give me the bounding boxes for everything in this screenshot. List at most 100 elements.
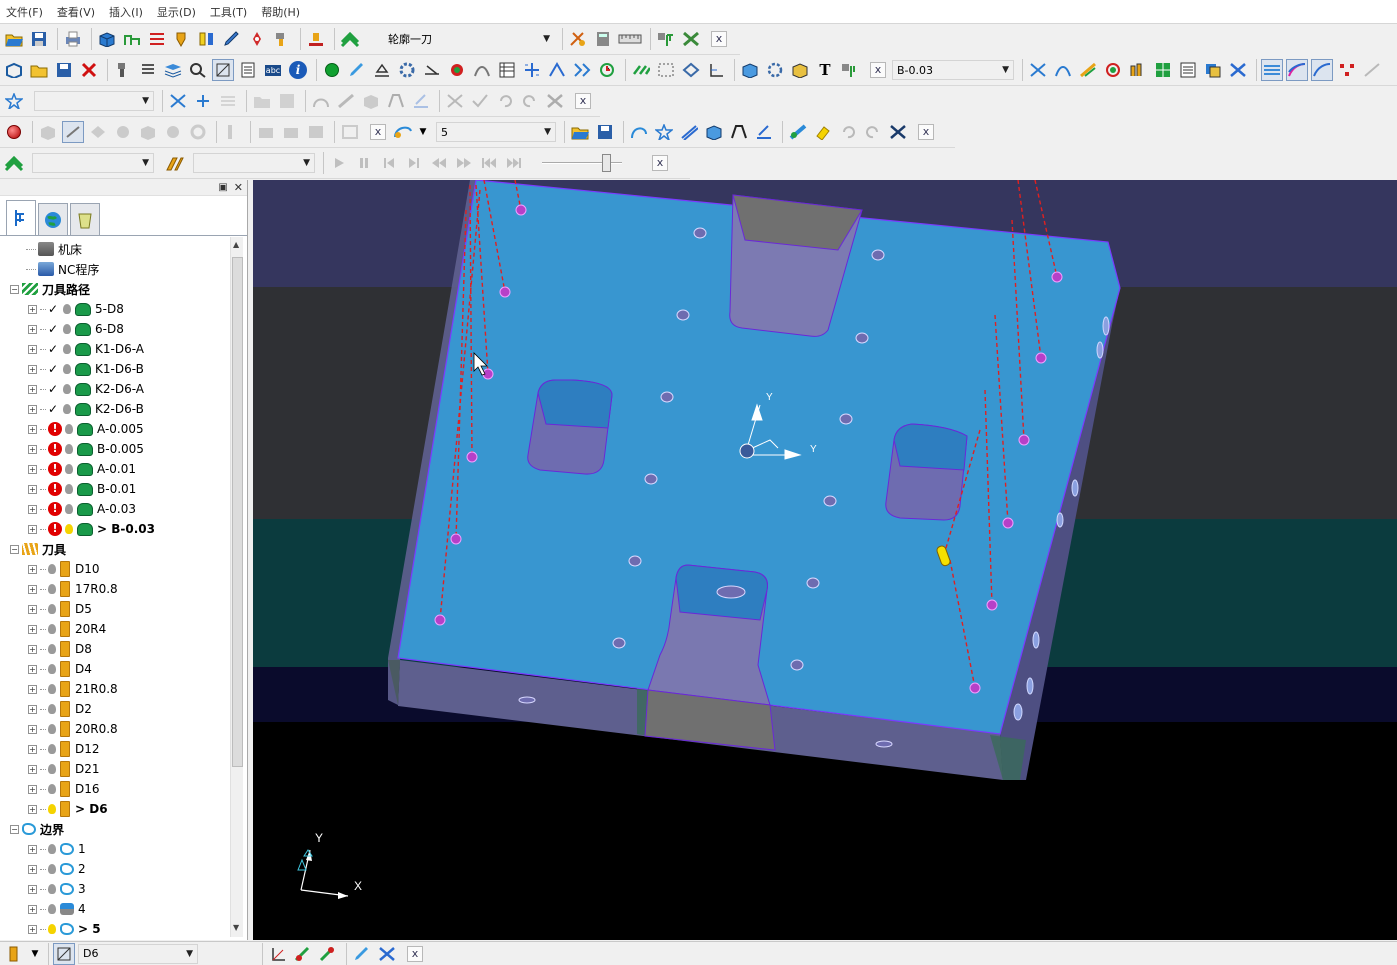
measure-icon[interactable] bbox=[212, 59, 234, 81]
lightbulb-icon[interactable] bbox=[48, 924, 56, 934]
tree-item-toolpath[interactable]: + ✓ K1-D6-B bbox=[0, 359, 230, 379]
pattern-5-icon[interactable] bbox=[137, 121, 159, 143]
status-draw-icon[interactable] bbox=[351, 943, 373, 965]
expand-icon[interactable]: + bbox=[28, 684, 37, 694]
lightbulb-icon[interactable] bbox=[48, 844, 56, 854]
toolbar2-close-button[interactable]: x bbox=[870, 62, 886, 78]
refresh-icon[interactable] bbox=[1102, 59, 1124, 81]
tree-item-toolpath[interactable]: +! A-0.03 bbox=[0, 499, 230, 519]
toolbar3-close-button[interactable]: x bbox=[575, 93, 591, 109]
slider-thumb[interactable] bbox=[602, 154, 611, 172]
lightbulb-icon[interactable] bbox=[48, 564, 56, 574]
step-forward-icon[interactable] bbox=[403, 152, 425, 174]
edit-pencil-icon[interactable] bbox=[221, 28, 243, 50]
tree-item-tool[interactable]: + D5 bbox=[0, 599, 230, 619]
plane-icon[interactable] bbox=[421, 59, 443, 81]
calculator-icon[interactable] bbox=[592, 28, 614, 50]
fixture-icon[interactable] bbox=[1127, 59, 1149, 81]
pattern-redo-icon[interactable] bbox=[862, 121, 884, 143]
toolbar4a-close-button[interactable]: x bbox=[370, 124, 386, 140]
open-project-button[interactable] bbox=[3, 28, 25, 50]
expand-icon[interactable]: + bbox=[28, 604, 37, 614]
sketch-icon[interactable] bbox=[753, 121, 775, 143]
settings-gear-icon[interactable] bbox=[396, 59, 418, 81]
pattern-1-icon[interactable] bbox=[37, 121, 59, 143]
tab-globe[interactable] bbox=[38, 203, 68, 235]
viewport-canvas[interactable]: Y Y Y X bbox=[253, 180, 1397, 940]
lightbulb-icon[interactable] bbox=[48, 724, 56, 734]
pattern-7-icon[interactable] bbox=[187, 121, 209, 143]
toolpath-combo[interactable]: 轮廓一刀 ▼ bbox=[384, 29, 554, 49]
level-select[interactable]: 5 ▼ bbox=[436, 122, 556, 142]
tree-item-tool[interactable]: +17R0.8 bbox=[0, 579, 230, 599]
scroll-down-icon[interactable]: ▼ bbox=[233, 923, 239, 932]
expand-icon[interactable]: + bbox=[28, 844, 37, 854]
boundary-cross-icon[interactable] bbox=[544, 90, 566, 112]
lightbulb-icon[interactable] bbox=[48, 784, 56, 794]
nodes-icon[interactable] bbox=[1336, 59, 1358, 81]
tree-item-toolpath[interactable]: +! A-0.01 bbox=[0, 459, 230, 479]
expand-icon[interactable]: + bbox=[28, 724, 37, 734]
expand-icon[interactable]: + bbox=[28, 704, 37, 714]
workplane-icon[interactable] bbox=[655, 28, 677, 50]
tab-explorer[interactable] bbox=[6, 200, 36, 235]
wireframe-icon[interactable] bbox=[1311, 59, 1333, 81]
shading-icon[interactable] bbox=[1261, 59, 1283, 81]
transform-icon[interactable] bbox=[246, 28, 268, 50]
cross-tool-icon[interactable] bbox=[1227, 59, 1249, 81]
tree-item-toolpath[interactable]: +! > B-0.03 bbox=[0, 519, 230, 539]
abc-text-icon[interactable]: abc bbox=[262, 59, 284, 81]
explorer-scrollbar[interactable]: ▲ ▼ bbox=[230, 237, 243, 937]
status-tool-icon[interactable] bbox=[4, 943, 26, 965]
tree-item-toolpath[interactable]: +! B-0.01 bbox=[0, 479, 230, 499]
tree-item-toolpath[interactable]: +! B-0.005 bbox=[0, 439, 230, 459]
clock-icon[interactable] bbox=[596, 59, 618, 81]
tree-item-tool[interactable]: +20R4 bbox=[0, 619, 230, 639]
surface-icon[interactable] bbox=[1152, 59, 1174, 81]
collapse-icon[interactable]: − bbox=[10, 824, 19, 834]
cutter-icon[interactable] bbox=[112, 59, 134, 81]
pattern-11-icon[interactable] bbox=[305, 121, 327, 143]
pattern-9-icon[interactable] bbox=[255, 121, 277, 143]
boundary-solid-icon[interactable] bbox=[360, 90, 382, 112]
expand-icon[interactable]: + bbox=[28, 884, 37, 894]
tree-item-toolpath[interactable]: + ✓ 6-D8 bbox=[0, 319, 230, 339]
fast-forward-icon[interactable] bbox=[453, 152, 475, 174]
level-icon[interactable] bbox=[392, 121, 414, 143]
expand-icon[interactable]: + bbox=[28, 764, 37, 774]
model-icon[interactable] bbox=[3, 59, 25, 81]
split-icon[interactable] bbox=[521, 59, 543, 81]
draw-icon[interactable] bbox=[346, 59, 368, 81]
active-toolpath-select[interactable]: B-0.03 ▼ bbox=[892, 60, 1014, 80]
scrollbar-thumb[interactable] bbox=[232, 257, 243, 767]
boundary-open-icon[interactable] bbox=[251, 90, 273, 112]
menu-insert[interactable]: 插入(I) bbox=[109, 3, 143, 20]
pattern-10-icon[interactable] bbox=[280, 121, 302, 143]
open-model-icon[interactable] bbox=[28, 59, 50, 81]
lightbulb-icon[interactable] bbox=[63, 324, 71, 334]
scroll-up-icon[interactable]: ▲ bbox=[233, 240, 239, 249]
tool-axis-icon[interactable] bbox=[1077, 59, 1099, 81]
boundary-save-icon[interactable] bbox=[276, 90, 298, 112]
shaded-colour-icon[interactable] bbox=[1286, 59, 1308, 81]
boundary-edit-icon[interactable] bbox=[167, 90, 189, 112]
lightbulb-icon[interactable] bbox=[48, 804, 56, 814]
status-close-button[interactable]: x bbox=[407, 945, 423, 962]
status-axis-icon[interactable] bbox=[267, 943, 289, 965]
level-open-icon[interactable] bbox=[569, 121, 591, 143]
expand-icon[interactable]: + bbox=[28, 864, 37, 874]
tree-item-tool[interactable]: + D21 bbox=[0, 759, 230, 779]
lightbulb-icon[interactable] bbox=[48, 864, 56, 874]
tree-item-tool[interactable]: + D16 bbox=[0, 779, 230, 799]
print-button[interactable] bbox=[62, 28, 84, 50]
expand-icon[interactable]: + bbox=[28, 324, 37, 334]
tree-item-tool[interactable]: + D10 bbox=[0, 559, 230, 579]
sim-toolpath-select[interactable]: ▼ bbox=[32, 153, 154, 173]
lightbulb-icon[interactable] bbox=[48, 624, 56, 634]
status-tool-select[interactable]: D6 ▼ bbox=[78, 943, 198, 964]
stock-model-icon[interactable] bbox=[739, 59, 761, 81]
verify-icon[interactable] bbox=[446, 59, 468, 81]
lightbulb-icon[interactable] bbox=[65, 524, 73, 534]
tree-item-tool[interactable]: + D8 bbox=[0, 639, 230, 659]
toolbar4b-close-button[interactable]: x bbox=[918, 124, 934, 140]
